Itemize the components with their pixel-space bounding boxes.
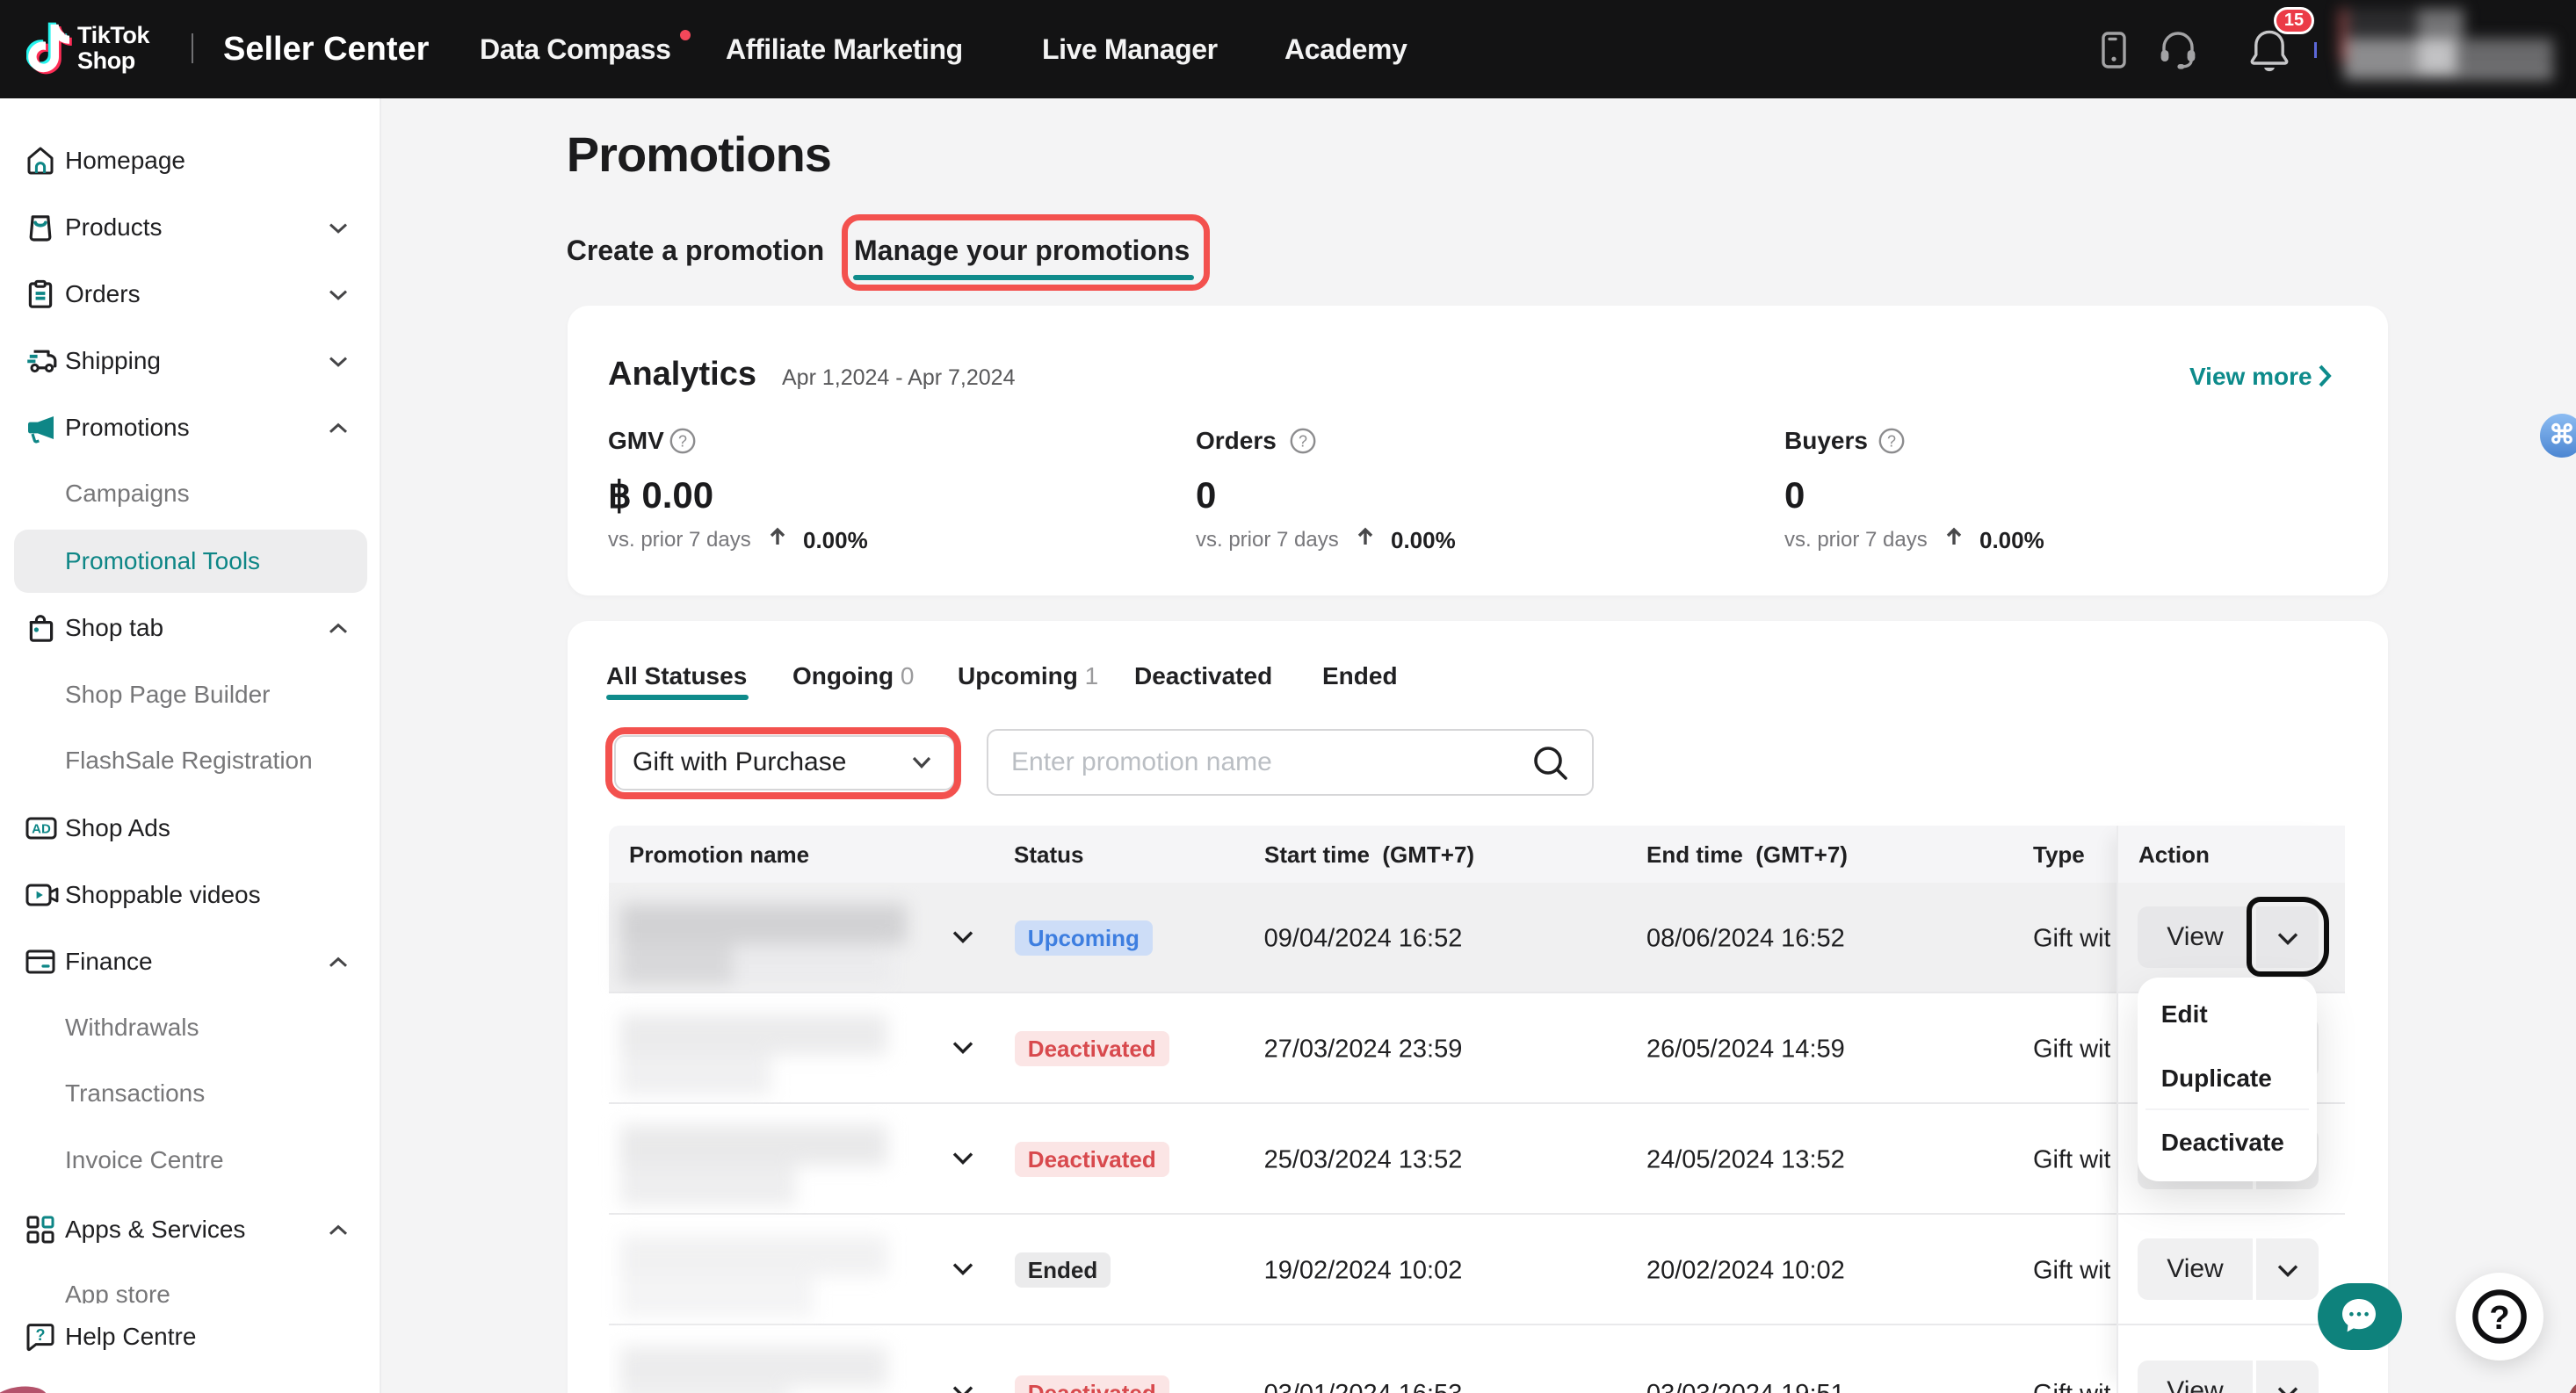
svg-text:?: ? (1887, 433, 1896, 451)
svg-text:?: ? (2489, 1300, 2509, 1337)
svg-text:?: ? (1299, 433, 1307, 451)
svg-text:?: ? (36, 1326, 46, 1344)
svg-text:AD: AD (32, 822, 51, 837)
svg-text:?: ? (678, 433, 687, 451)
